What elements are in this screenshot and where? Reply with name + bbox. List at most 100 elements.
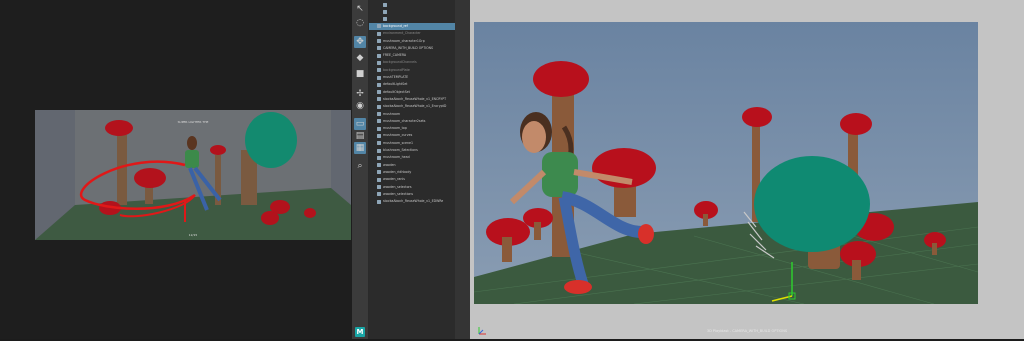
maya-toolbox: ↖ ◌ ✥ ◆ ■ ✢ ◉ ▭ ▤ ▦ ⌕ bbox=[352, 0, 369, 339]
outliner-item-label: defaultLightSet bbox=[383, 82, 408, 87]
node-icon bbox=[377, 112, 381, 116]
node-icon bbox=[377, 126, 381, 131]
outliner-item-label: mushroom_character1Grp bbox=[383, 38, 425, 43]
reference-artwork bbox=[35, 110, 351, 240]
reference-frame-label: 12/15 bbox=[188, 233, 198, 237]
outliner-item[interactable]: defaultLightSet bbox=[369, 81, 455, 88]
outliner-item[interactable]: wooden_ranis bbox=[369, 176, 455, 183]
outliner-gutter bbox=[455, 0, 470, 339]
outliner-item-label: mushTEMPLATE bbox=[383, 75, 409, 79]
reference-image-viewer[interactable]: SUPER LIGHTER THE 12/15 bbox=[35, 110, 351, 240]
outliner-item[interactable]: wooden_selectors bbox=[369, 184, 455, 191]
outliner-item-label: mushroom bbox=[383, 111, 401, 116]
node-icon bbox=[377, 141, 381, 146]
outliner-item-label: stockaAboch_ReuseWhole_v1_ENCRYPT bbox=[383, 96, 447, 101]
outliner-item-label: CAMERA_WITH_BUILD OPTIONS bbox=[383, 45, 433, 50]
node-icon bbox=[377, 75, 381, 80]
outliner-item[interactable]: mushroom_head bbox=[369, 154, 455, 161]
outliner-item[interactable]: wooden_selections bbox=[369, 191, 455, 198]
outliner-item[interactable]: mushroom bbox=[369, 111, 455, 118]
node-icon bbox=[383, 17, 387, 22]
outliner-item[interactable]: mushroom_scene1 bbox=[369, 140, 455, 147]
last-tool[interactable]: ◉ bbox=[354, 100, 366, 112]
outliner-item[interactable] bbox=[369, 1, 455, 8]
outliner-item-label: blushroom_Selections bbox=[383, 148, 418, 152]
node-icon bbox=[377, 31, 381, 36]
node-icon bbox=[383, 9, 387, 14]
camera-resolution-gate[interactable] bbox=[474, 22, 978, 304]
outliner-item[interactable]: wooden bbox=[369, 162, 455, 169]
outliner-item[interactable]: mushroom_character1Grp bbox=[369, 38, 455, 45]
outliner-item[interactable]: CAMERA_WITH_BUILD OPTIONS bbox=[369, 45, 455, 52]
node-icon bbox=[377, 155, 381, 160]
outliner-item-label: background_ref bbox=[383, 23, 408, 28]
viewport-camera-caption: 3D Playblast - CAMERA_WITH_BUILD OPTIONS bbox=[706, 329, 788, 333]
outliner-item[interactable]: mushroom_curves bbox=[369, 132, 455, 139]
outliner-item-label: mushroom_head bbox=[383, 155, 410, 160]
reference-title: SUPER LIGHTER THE bbox=[177, 120, 209, 124]
outliner-item[interactable]: wooden_ridhbody bbox=[369, 169, 455, 176]
node-icon bbox=[377, 24, 381, 29]
outliner-item-label: mushroom_curves bbox=[383, 133, 413, 138]
outliner-item-label: wooden_ridhbody bbox=[383, 169, 412, 174]
outliner-item[interactable]: stockaAboch_ReuseWhole_v1_EDWRe bbox=[369, 198, 455, 205]
outliner-item-label: wooden_ranis bbox=[383, 177, 405, 182]
outliner-item[interactable]: backgroundPlate bbox=[369, 67, 455, 74]
outliner-item-label: wooden_selections bbox=[383, 191, 414, 196]
node-icon bbox=[377, 199, 381, 204]
node-icon bbox=[377, 46, 381, 51]
outliner-item-label: wooden_selectors bbox=[383, 184, 412, 189]
layout-single[interactable]: ▭ bbox=[354, 118, 366, 130]
outliner-item-label: mushroom_top bbox=[383, 126, 407, 131]
lasso-tool[interactable]: ◌ bbox=[354, 17, 366, 29]
node-icon bbox=[377, 60, 381, 65]
node-icon bbox=[377, 53, 381, 58]
maya-logo-icon[interactable]: M bbox=[355, 327, 365, 337]
outliner-item[interactable]: mushroom_character2sets bbox=[369, 118, 455, 125]
outliner-item[interactable]: defaultObjectSet bbox=[369, 89, 455, 96]
outliner-item[interactable]: mushroom_top bbox=[369, 125, 455, 132]
scene-render bbox=[474, 22, 978, 304]
outliner-item[interactable]: backgroundChannels bbox=[369, 59, 455, 66]
select-tool[interactable]: ↖ bbox=[354, 3, 366, 15]
outliner-item-label: mushroom_character2sets bbox=[383, 118, 426, 123]
node-icon bbox=[377, 119, 381, 124]
outliner-item[interactable]: stockaAboch_ReuseWhole_v1_ENCRYPT bbox=[369, 96, 455, 103]
outliner-item[interactable]: stockaAboch_ReuseWhole_v1_EncryptD bbox=[369, 103, 455, 110]
outliner-item[interactable]: FREE_CAMERA bbox=[369, 52, 455, 59]
outliner-item[interactable] bbox=[369, 8, 455, 15]
outliner-item-label: defaultObjectSet bbox=[383, 89, 410, 94]
move-tool[interactable]: ✥ bbox=[354, 36, 366, 48]
layout-four[interactable]: ▦ bbox=[354, 142, 366, 154]
outliner-item[interactable]: blushroom_Selections bbox=[369, 147, 455, 154]
node-icon bbox=[377, 104, 381, 109]
node-icon bbox=[377, 82, 381, 87]
outliner-item-label: stockaAboch_ReuseWhole_v1_EDWRe bbox=[383, 199, 444, 204]
node-icon bbox=[377, 170, 381, 175]
node-icon bbox=[377, 148, 381, 153]
layout-split[interactable]: ▤ bbox=[354, 130, 366, 142]
rotate-tool[interactable]: ■ bbox=[354, 68, 366, 80]
outliner-item[interactable]: background_ref bbox=[369, 22, 455, 30]
node-icon bbox=[377, 192, 381, 197]
outliner-item-label: backgroundPlate bbox=[383, 67, 410, 72]
node-icon bbox=[377, 133, 381, 138]
outliner-item-label: wooden bbox=[383, 162, 396, 167]
snap-tool[interactable]: ✢ bbox=[354, 88, 366, 100]
outliner-item-label: mushroom_scene1 bbox=[383, 140, 414, 145]
outliner-item-label: stockaAboch_ReuseWhole_v1_EncryptD bbox=[383, 104, 447, 109]
outliner-item[interactable]: environment_Character bbox=[369, 30, 455, 37]
magnify-tool[interactable]: ⌕ bbox=[354, 160, 366, 172]
paint-tool[interactable]: ◆ bbox=[354, 52, 366, 64]
node-icon bbox=[377, 185, 381, 189]
node-icon bbox=[377, 68, 381, 73]
outliner-item-label: backgroundChannels bbox=[383, 60, 417, 65]
outliner-panel: background_ref environment_Charactermushr… bbox=[369, 0, 455, 339]
outliner-item[interactable] bbox=[369, 16, 455, 23]
node-icon bbox=[377, 90, 381, 95]
node-icon bbox=[377, 39, 381, 43]
outliner-item[interactable]: mushTEMPLATE bbox=[369, 74, 455, 81]
outliner-item-label: environment_Character bbox=[383, 31, 421, 36]
node-icon bbox=[383, 2, 387, 7]
node-icon bbox=[377, 177, 381, 182]
